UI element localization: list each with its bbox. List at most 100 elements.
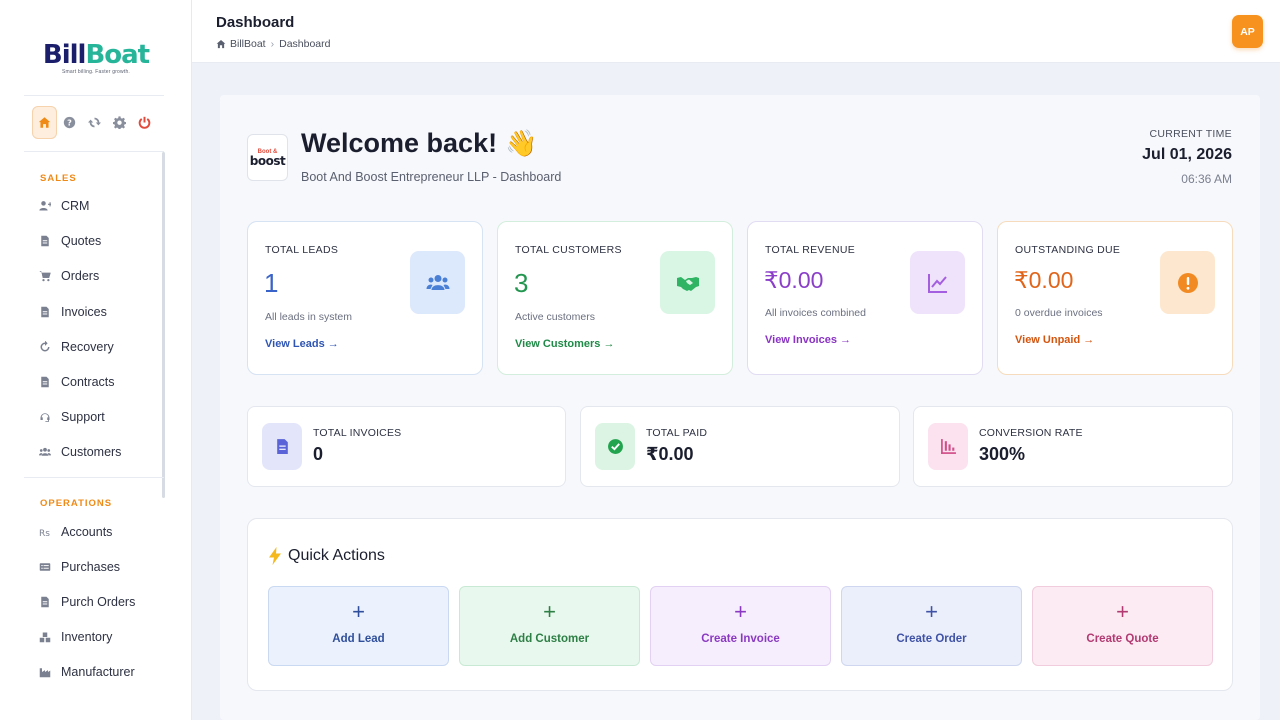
file-text-icon <box>262 423 302 470</box>
sidebar-item-label: Contracts <box>61 375 115 389</box>
quick-action-label: Create Invoice <box>701 633 780 645</box>
brand-logo[interactable]: BillBoat Smart billing. Faster growth. <box>0 40 192 75</box>
quick-action-label: Add Lead <box>332 633 385 645</box>
bar-chart-icon <box>928 423 968 470</box>
svg-text:?: ? <box>67 117 72 127</box>
sidebar-item-accounts[interactable]: Rs Accounts <box>38 525 112 539</box>
sidebar-item-label: CRM <box>61 199 90 213</box>
sidebar-item-quotes[interactable]: Quotes <box>38 234 101 248</box>
page-title: Dashboard <box>216 14 295 31</box>
rupee-icon: Rs <box>38 525 52 539</box>
sidebar-item-label: Accounts <box>61 525 113 539</box>
divider <box>24 477 164 478</box>
brand-name: BillBoat <box>0 40 192 70</box>
mini-card-total-invoices: TOTAL INVOICES 0 <box>247 406 566 487</box>
sidebar-item-customers[interactable]: Customers <box>38 445 121 459</box>
add-customer-button[interactable]: + Add Customer <box>459 586 640 666</box>
chart-line-icon <box>910 251 965 314</box>
sidebar-item-recovery[interactable]: Recovery <box>38 340 114 354</box>
section-label-sales: SALES <box>40 173 77 184</box>
breadcrumb-item-root[interactable]: BillBoat <box>230 38 266 50</box>
stat-value: 3 <box>514 268 529 298</box>
divider <box>24 95 164 96</box>
quick-actions-title-text: Quick Actions <box>288 547 385 564</box>
sidebar-item-support[interactable]: Support <box>38 410 105 424</box>
brand-name-part2: Boat <box>85 40 150 70</box>
handshake-icon <box>660 251 715 314</box>
help-icon[interactable]: ? <box>57 110 82 135</box>
quick-action-label: Create Quote <box>1086 633 1159 645</box>
add-lead-button[interactable]: + Add Lead <box>268 586 449 666</box>
sidebar-item-label: Orders <box>61 269 100 283</box>
mini-value: ₹0.00 <box>646 444 694 464</box>
power-icon[interactable] <box>132 110 157 135</box>
sidebar-item-inventory[interactable]: Inventory <box>38 630 112 644</box>
cart-icon <box>38 269 52 283</box>
stat-value: 1 <box>264 268 279 298</box>
refresh-icon <box>38 340 52 354</box>
view-customers-link[interactable]: View Customers → <box>515 338 614 350</box>
view-unpaid-link[interactable]: View Unpaid → <box>1015 334 1094 346</box>
factory-icon <box>38 665 52 679</box>
stat-label: TOTAL CUSTOMERS <box>515 244 622 256</box>
user-avatar[interactable]: AP <box>1232 15 1263 48</box>
create-invoice-button[interactable]: + Create Invoice <box>650 586 831 666</box>
view-leads-link[interactable]: View Leads → <box>265 338 339 350</box>
current-clock: 06:36 AM <box>1181 172 1232 186</box>
current-time-label: CURRENT TIME <box>1149 128 1232 140</box>
create-quote-button[interactable]: + Create Quote <box>1032 586 1213 666</box>
user-plus-icon <box>38 199 52 213</box>
svg-text:Rs: Rs <box>39 529 50 538</box>
check-circle-icon <box>595 423 635 470</box>
stat-value: ₹0.00 <box>1014 267 1074 293</box>
welcome-text: Welcome back! <box>301 128 498 158</box>
gear-icon[interactable] <box>107 110 132 135</box>
sidebar-item-manufacturer[interactable]: Manufacturer <box>38 665 135 679</box>
sidebar-item-label: Purch Orders <box>61 595 136 609</box>
home-icon <box>216 39 226 49</box>
company-subtitle: Boot And Boost Entrepreneur LLP - Dashbo… <box>301 170 562 184</box>
list-icon <box>38 560 52 574</box>
sidebar-item-crm[interactable]: CRM <box>38 199 89 213</box>
mini-card-total-paid: TOTAL PAID ₹0.00 <box>580 406 900 487</box>
sidebar-scrollbar[interactable] <box>162 152 165 498</box>
plus-icon: + <box>1116 599 1129 624</box>
home-icon[interactable] <box>32 106 57 139</box>
plus-icon: + <box>352 599 365 624</box>
quick-actions-panel: Quick Actions + Add Lead + Add Customer … <box>247 518 1233 691</box>
sidebar-item-purchases[interactable]: Purchases <box>38 560 120 574</box>
sidebar-item-label: Customers <box>61 445 122 459</box>
brand-tagline: Smart billing. Faster growth. <box>61 69 131 75</box>
stat-card-outstanding-due: OUTSTANDING DUE ₹0.00 0 overdue invoices… <box>997 221 1233 375</box>
stat-value: ₹0.00 <box>764 267 824 293</box>
users-icon <box>410 251 465 314</box>
company-logo: Boot & boost <box>247 134 288 181</box>
sidebar-item-contracts[interactable]: Contracts <box>38 375 115 389</box>
sidebar-item-orders[interactable]: Orders <box>38 269 99 283</box>
alert-circle-icon <box>1160 251 1215 314</box>
breadcrumb: BillBoat › Dashboard <box>216 38 330 50</box>
brand-name-part1: Bill <box>42 40 87 70</box>
sidebar-item-invoices[interactable]: Invoices <box>38 305 107 319</box>
stat-label: OUTSTANDING DUE <box>1015 244 1121 256</box>
document-icon <box>38 305 52 319</box>
top-header: Dashboard BillBoat › Dashboard AP <box>192 0 1280 63</box>
current-date: Jul 01, 2026 <box>1142 146 1232 163</box>
sidebar-item-purch-orders[interactable]: Purch Orders <box>38 595 135 609</box>
headset-icon <box>38 410 52 424</box>
sync-icon[interactable] <box>82 110 107 135</box>
stat-card-total-customers: TOTAL CUSTOMERS 3 Active customers View … <box>497 221 733 375</box>
chevron-right-icon: › <box>270 38 275 50</box>
quick-actions-title: Quick Actions <box>268 547 385 565</box>
sidebar-item-label: Purchases <box>61 560 121 574</box>
breadcrumb-item-current: Dashboard <box>279 38 331 50</box>
plus-icon: + <box>734 599 747 624</box>
create-order-button[interactable]: + Create Order <box>841 586 1022 666</box>
view-invoices-link[interactable]: View Invoices → <box>765 334 851 346</box>
document-icon <box>38 375 52 389</box>
mini-value: 300% <box>979 444 1026 464</box>
stat-label: TOTAL REVENUE <box>765 244 856 256</box>
sidebar-item-label: Support <box>61 410 105 424</box>
stat-sub: All leads in system <box>265 311 352 323</box>
boxes-icon <box>38 630 52 644</box>
